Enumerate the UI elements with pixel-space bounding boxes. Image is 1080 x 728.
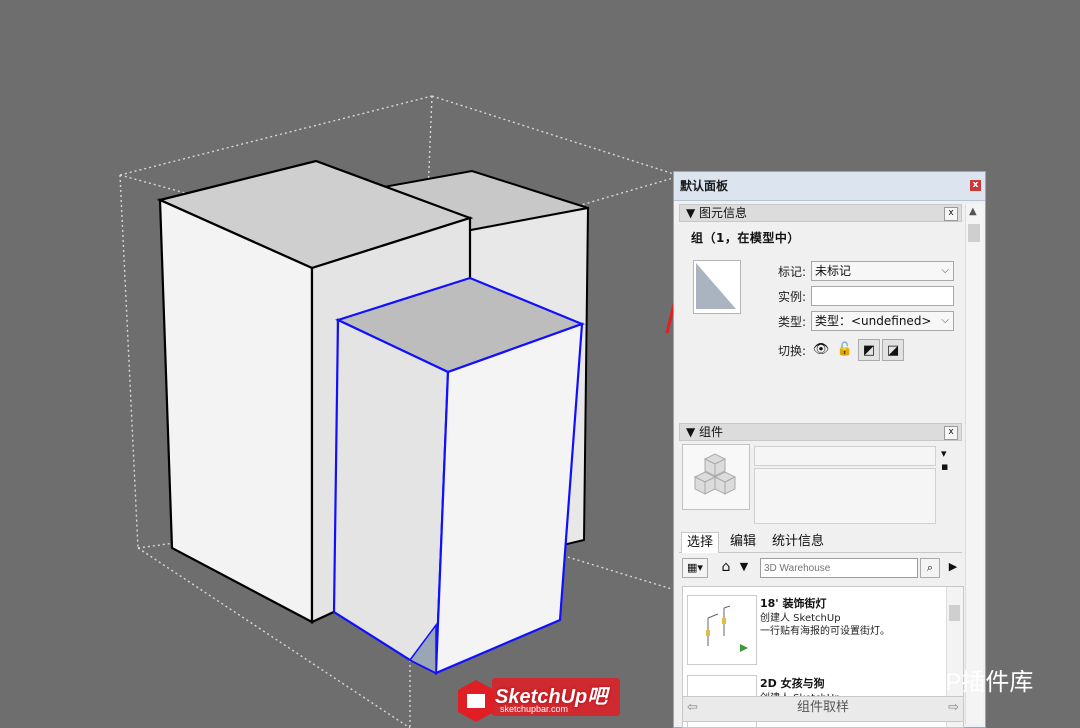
material-swatch[interactable]	[693, 260, 741, 314]
cast-shadows-toggle-icon[interactable]: ◪	[882, 339, 904, 361]
close-icon[interactable]: x	[970, 180, 981, 191]
forward-arrow-icon[interactable]: ⇨	[948, 697, 959, 719]
components-header-label: ▼ 组件	[686, 425, 724, 439]
component-name-field[interactable]	[754, 446, 936, 466]
search-input[interactable]	[760, 558, 918, 578]
tray-title-bar[interactable]: 默认面板 x	[674, 172, 985, 201]
component-details-icon[interactable]: ▾ ▪	[941, 447, 948, 473]
tray-scrollbar[interactable]: ▲	[965, 204, 983, 724]
chevron-down-icon: ⌵	[941, 315, 949, 326]
list-item[interactable]: 18' 装饰街灯 创建人 SketchUp 一行贴有海报的可设置街灯。	[685, 587, 945, 667]
result-description: 一行贴有海报的可设置街灯。	[760, 626, 890, 637]
component-description-field[interactable]	[754, 468, 936, 524]
component-thumbnail	[682, 444, 750, 510]
tab-statistics[interactable]: 统计信息	[767, 532, 829, 552]
hidden-toggle-eye-icon[interactable]: 👁	[810, 339, 832, 361]
toggles-label: 切换:	[778, 344, 807, 358]
component-tabs: 选择 编辑 统计信息	[679, 530, 962, 553]
swatch-triangle-icon	[696, 263, 736, 309]
close-icon[interactable]: x	[944, 426, 958, 440]
components-header[interactable]: ▼ 组件 x	[679, 423, 962, 441]
close-icon[interactable]: x	[944, 207, 958, 221]
lock-toggle-icon[interactable]: 🔓	[834, 339, 856, 361]
entity-info-header-label: ▼ 图元信息	[686, 206, 748, 220]
tag-label: 标记:	[778, 265, 807, 279]
tab-edit[interactable]: 编辑	[725, 532, 761, 552]
street-light-thumbnail	[687, 595, 757, 665]
chevron-down-icon: ⌵	[941, 265, 949, 276]
back-arrow-icon[interactable]: ⇦	[687, 697, 698, 719]
type-value: 类型：<undefined>	[815, 314, 932, 328]
search-icon[interactable]: ⌕	[920, 558, 940, 578]
suapp-watermark: SUAPP插件库	[880, 669, 1034, 696]
tab-select[interactable]: 选择	[681, 532, 720, 553]
scroll-up-icon[interactable]: ▲	[969, 206, 977, 217]
tag-value: 未标记	[815, 264, 852, 278]
navigate-forward-icon[interactable]: ▶	[944, 558, 962, 578]
instance-label: 实例:	[778, 290, 807, 304]
type-label: 类型:	[778, 315, 807, 329]
type-dropdown[interactable]: 类型：<undefined> ⌵	[811, 311, 954, 331]
scroll-thumb[interactable]	[949, 605, 960, 621]
street-light-icon	[706, 605, 748, 652]
component-sampler-label: 组件取样	[796, 700, 849, 715]
view-options-icon[interactable]: ▦▾	[682, 558, 708, 578]
entity-info-header[interactable]: ▼ 图元信息 x	[679, 204, 962, 222]
instance-input[interactable]	[811, 286, 954, 306]
tray-title: 默认面板	[680, 179, 729, 193]
sketchup-bar-url: sketchupbar.com	[500, 704, 569, 714]
receive-shadows-toggle-icon[interactable]: ◩	[858, 339, 880, 361]
default-tray-panel: 默认面板 x ▲ ▼ 图元信息 x 组（1，在模型中） 标记: 未标记 ⌵ 实例…	[673, 171, 986, 728]
chevron-down-icon[interactable]: ▼	[736, 558, 752, 578]
entity-title: 组（1，在模型中）	[691, 231, 800, 245]
home-icon[interactable]: ⌂	[716, 558, 736, 578]
cubes-icon	[693, 453, 737, 495]
tag-dropdown[interactable]: 未标记 ⌵	[811, 261, 954, 281]
component-sampler-bar[interactable]: ⇦ 组件取样 ⇨	[682, 696, 964, 722]
component-toolbar: ▦▾ ⌂ ▼ ⌕ ▶	[682, 557, 962, 579]
scroll-thumb[interactable]	[968, 224, 980, 242]
selected-group[interactable]	[332, 276, 586, 675]
